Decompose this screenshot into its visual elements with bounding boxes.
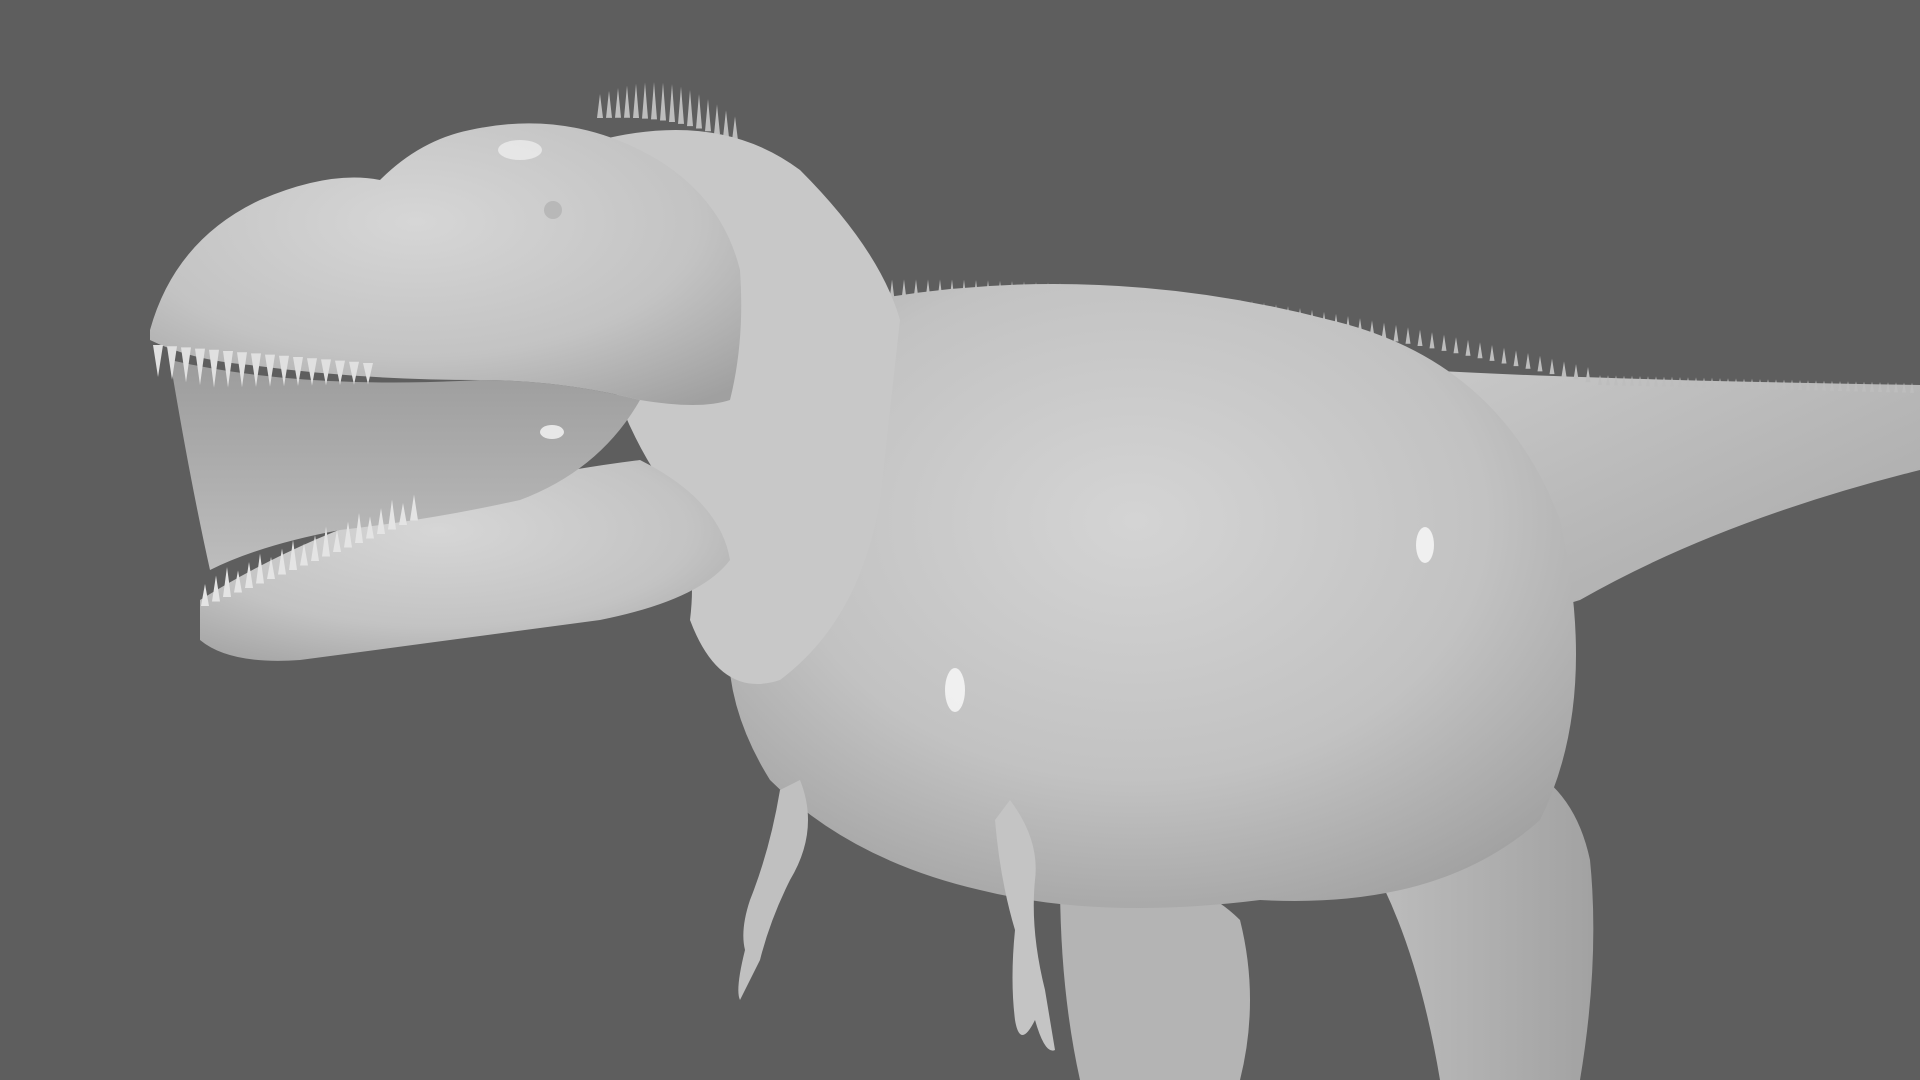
skull-highlight xyxy=(498,140,542,160)
back-spine xyxy=(1429,332,1435,349)
back-spine xyxy=(1393,324,1399,342)
lower-tooth xyxy=(212,575,220,602)
neck-spine xyxy=(669,84,675,123)
lower-tooth xyxy=(223,567,231,597)
neck-spine xyxy=(597,94,603,118)
neck-spine xyxy=(660,82,666,121)
neck-spine xyxy=(678,86,684,124)
shoulder-highlight xyxy=(1416,527,1434,563)
neck-spine xyxy=(651,82,657,120)
neck-spine xyxy=(732,116,738,141)
back-spine xyxy=(1465,339,1471,356)
back-spine xyxy=(1489,344,1495,361)
neck-spine xyxy=(696,94,702,129)
neck-spine xyxy=(705,99,711,132)
back-spine xyxy=(1525,353,1531,369)
neck-spine xyxy=(723,110,729,138)
back-spine xyxy=(1549,358,1555,375)
neck-spine xyxy=(624,85,630,118)
dinosaur-left-arm xyxy=(738,780,808,1000)
back-spine xyxy=(1453,337,1459,354)
back-spine xyxy=(1477,342,1483,359)
dinosaur-eye xyxy=(544,201,562,219)
back-spine xyxy=(1513,350,1519,367)
neck-spine xyxy=(714,104,720,135)
chest-highlight xyxy=(945,668,965,712)
render-viewport xyxy=(0,0,1920,1080)
neck-spine xyxy=(642,82,648,119)
neck-spine xyxy=(687,89,693,127)
neck-spine xyxy=(606,90,612,118)
upper-tooth xyxy=(153,345,163,377)
back-spine xyxy=(1585,366,1591,383)
back-spine xyxy=(1561,361,1567,377)
lower-tooth xyxy=(201,584,209,606)
jaw-highlight xyxy=(540,425,564,439)
back-spine xyxy=(1501,347,1507,364)
neck-spine xyxy=(633,83,639,119)
dinosaur-render xyxy=(150,82,1920,1080)
back-spine xyxy=(1417,329,1423,347)
back-spine xyxy=(1441,334,1447,351)
neck-spine xyxy=(615,88,621,118)
back-spine xyxy=(1405,327,1411,344)
back-spine xyxy=(1537,355,1543,372)
back-spine xyxy=(1573,364,1579,380)
